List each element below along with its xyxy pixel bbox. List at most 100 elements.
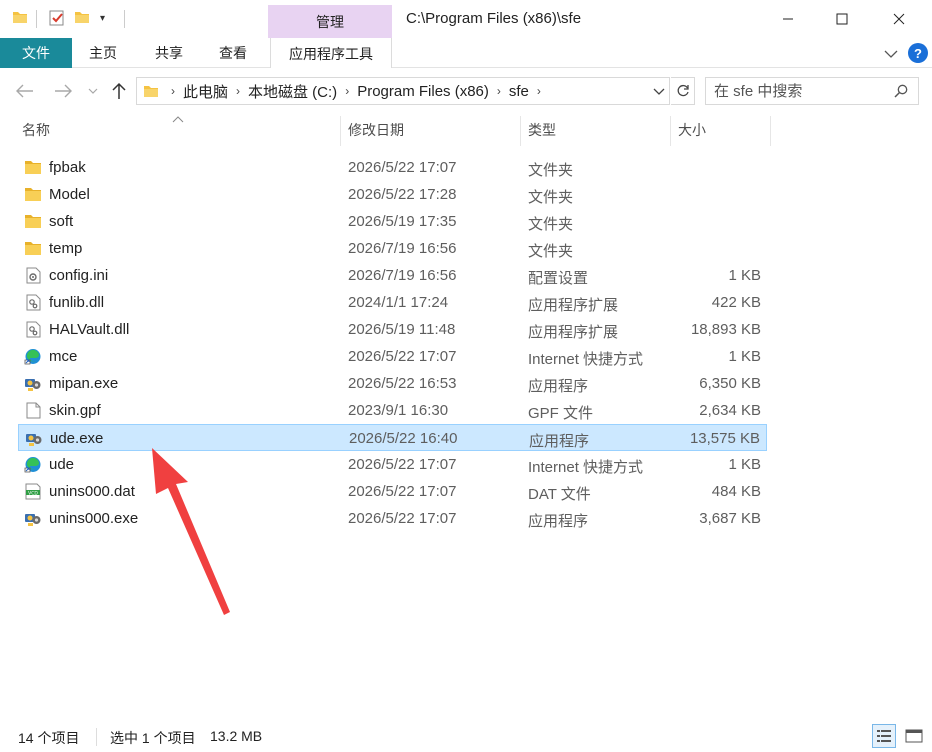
file-row[interactable]: fpbak 2026/5/22 17:07 文件夹 — [18, 154, 767, 181]
file-date: 2024/1/1 17:24 — [348, 294, 449, 311]
file-row[interactable]: VCD unins000.dat 2026/5/22 17:07 DAT 文件 484 … — [18, 478, 767, 505]
column-header-size[interactable]: 大小 — [678, 116, 770, 144]
expand-ribbon-icon[interactable] — [884, 46, 898, 64]
chevron-right-icon[interactable]: › — [497, 84, 501, 98]
search-input[interactable] — [706, 78, 886, 104]
file-row[interactable]: HALVault.dll 2026/5/19 11:48 应用程序扩展 18,893 … — [18, 316, 767, 343]
file-date: 2026/5/22 17:07 — [348, 348, 457, 365]
file-row[interactable]: Model 2026/5/22 17:28 文件夹 — [18, 181, 767, 208]
svg-text:VCD: VCD — [28, 490, 38, 496]
file-date: 2026/5/19 11:48 — [348, 321, 456, 338]
file-type: Internet 快捷方式 — [528, 351, 644, 368]
breadcrumb-local-disk[interactable]: 本地磁盘 (C:) — [248, 81, 337, 102]
column-divider[interactable] — [770, 116, 771, 146]
minimize-button[interactable] — [765, 4, 811, 34]
file-size: 6,350 KB — [699, 375, 761, 392]
exe-icon — [24, 375, 42, 392]
chevron-right-icon[interactable]: › — [236, 84, 240, 98]
file-list: fpbak 2026/5/22 17:07 文件夹 Model 2026/5/22 17… — [18, 154, 768, 532]
chevron-down-icon[interactable] — [653, 84, 665, 101]
file-row[interactable]: ude 2026/5/22 17:07 Internet 快捷方式 1 KB — [18, 451, 767, 478]
folder-icon — [24, 213, 42, 230]
refresh-button[interactable] — [671, 77, 695, 105]
back-arrow-icon[interactable] — [14, 82, 36, 100]
breadcrumb-program-files[interactable]: Program Files (x86) — [357, 83, 489, 100]
close-button[interactable] — [876, 4, 922, 34]
tab-application-tools[interactable]: 应用程序工具 — [270, 38, 392, 69]
file-row[interactable]: mce 2026/5/22 17:07 Internet 快捷方式 1 KB — [18, 343, 767, 370]
folder-icon[interactable] — [12, 9, 28, 25]
maximize-icon — [836, 13, 848, 25]
column-header-date[interactable]: 修改日期 — [348, 116, 518, 144]
file-date: 2026/5/22 17:28 — [348, 186, 457, 203]
file-type: 应用程序 — [528, 513, 589, 530]
file-type: DAT 文件 — [528, 486, 591, 503]
navigation-bar: › 此电脑 › 本地磁盘 (C:) › Program Files (x86) … — [0, 68, 932, 114]
file-name: temp — [49, 240, 83, 257]
maximize-button[interactable] — [819, 4, 865, 34]
breadcrumb-sfe[interactable]: sfe — [509, 83, 529, 100]
file-name: config.ini — [49, 267, 109, 284]
new-folder-icon[interactable] — [74, 9, 90, 25]
tab-share[interactable]: 共享 — [142, 38, 196, 68]
file-date: 2026/5/22 17:07 — [348, 456, 457, 473]
file-date: 2026/7/19 16:56 — [348, 240, 457, 257]
file-row[interactable]: skin.gpf 2023/9/1 16:30 GPF 文件 2,634 KB — [18, 397, 767, 424]
divider — [124, 10, 125, 28]
column-header-type[interactable]: 类型 — [528, 116, 668, 144]
file-name: funlib.dll — [49, 294, 105, 311]
details-view-button[interactable] — [872, 724, 896, 748]
file-name: mipan.exe — [49, 375, 119, 392]
file-size: 13,575 KB — [689, 430, 760, 447]
properties-icon[interactable] — [48, 9, 66, 27]
file-size: 1 KB — [728, 267, 761, 284]
search-icon[interactable] — [894, 84, 908, 103]
tab-file[interactable]: 文件 — [0, 38, 72, 68]
file-row[interactable]: temp 2026/7/19 16:56 文件夹 — [18, 235, 767, 262]
file-name: unins000.exe — [49, 510, 139, 527]
help-icon[interactable]: ? — [908, 43, 928, 63]
file-row[interactable]: config.ini 2026/7/19 16:56 配置设置 1 KB — [18, 262, 767, 289]
chevron-right-icon[interactable]: › — [537, 84, 541, 98]
column-divider[interactable] — [670, 116, 671, 146]
file-type: GPF 文件 — [528, 405, 594, 422]
chevron-right-icon[interactable]: › — [171, 84, 175, 98]
file-row[interactable]: soft 2026/5/19 17:35 文件夹 — [18, 208, 767, 235]
file-date: 2026/5/22 17:07 — [348, 159, 457, 176]
forward-arrow-icon[interactable] — [52, 82, 74, 100]
up-arrow-icon[interactable] — [108, 82, 130, 100]
tab-view[interactable]: 查看 — [206, 38, 260, 68]
customize-toolbar-icon[interactable]: ▾ — [100, 13, 105, 24]
exe-icon — [24, 510, 42, 527]
item-count: 14 个项目 — [18, 730, 80, 746]
dll-file-icon — [24, 294, 42, 311]
tab-home[interactable]: 主页 — [76, 38, 130, 68]
address-bar[interactable]: › 此电脑 › 本地磁盘 (C:) › Program Files (x86) … — [136, 77, 670, 105]
large-icons-view-button[interactable] — [902, 724, 926, 748]
column-divider[interactable] — [340, 116, 341, 146]
column-header-name[interactable]: 名称 — [22, 116, 340, 144]
chevron-right-icon[interactable]: › — [345, 84, 349, 98]
file-type: 应用程序 — [528, 378, 589, 395]
file-date: 2026/5/22 17:07 — [348, 510, 457, 527]
selected-count: 选中 1 个项目 — [110, 730, 196, 746]
file-row[interactable]: funlib.dll 2024/1/1 17:24 应用程序扩展 422 KB — [18, 289, 767, 316]
edge-shortcut-icon — [24, 348, 42, 365]
file-type: Internet 快捷方式 — [528, 459, 644, 476]
recent-locations-icon[interactable] — [86, 82, 100, 100]
breadcrumb-this-pc[interactable]: 此电脑 — [183, 81, 228, 102]
manage-context-tab[interactable]: 管理 — [268, 5, 392, 38]
edge-shortcut-icon — [24, 456, 42, 473]
file-row[interactable]: ude.exe 2026/5/22 16:40 应用程序 13,575 KB — [18, 424, 767, 451]
file-size: 3,687 KB — [699, 510, 761, 527]
file-date: 2023/9/1 16:30 — [348, 402, 449, 419]
details-view-icon — [877, 730, 891, 742]
column-divider[interactable] — [520, 116, 521, 146]
file-name: mce — [49, 348, 78, 365]
file-name: fpbak — [49, 159, 86, 176]
annotation-arrow — [152, 448, 230, 615]
file-type: 应用程序 — [529, 433, 590, 450]
search-box[interactable] — [705, 77, 919, 105]
file-row[interactable]: unins000.exe 2026/5/22 17:07 应用程序 3,687 KB — [18, 505, 767, 532]
file-row[interactable]: mipan.exe 2026/5/22 16:53 应用程序 6,350 KB — [18, 370, 767, 397]
